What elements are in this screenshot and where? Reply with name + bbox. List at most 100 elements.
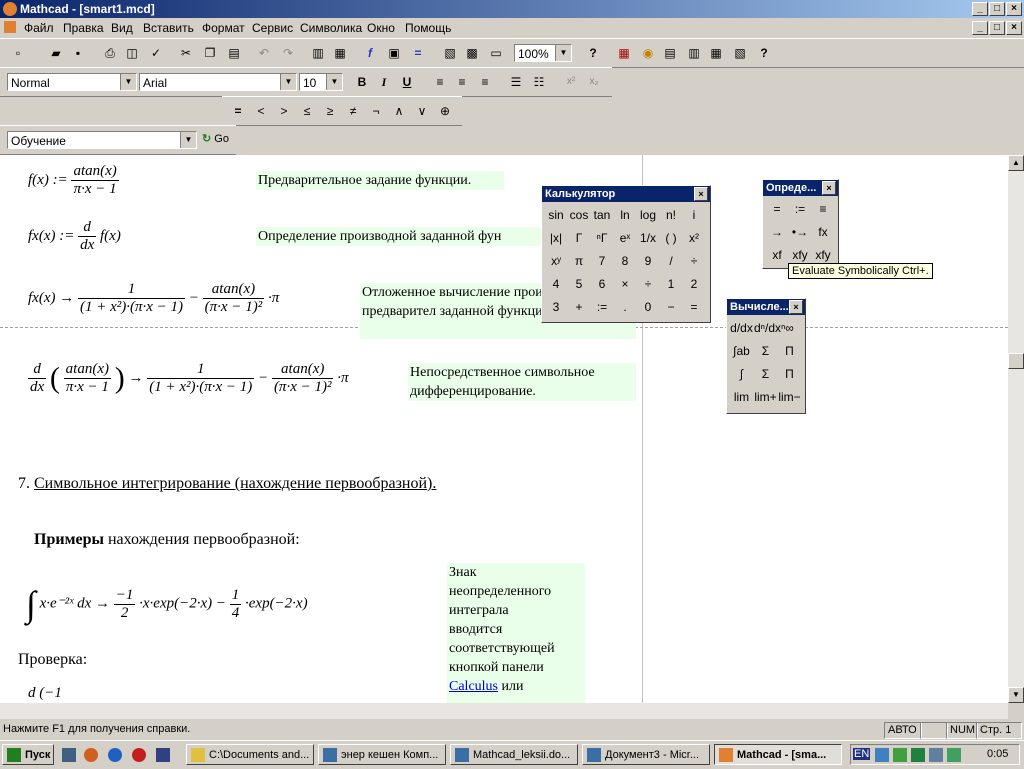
note-direct-diff[interactable]: Непосредственное символьное дифференциро…: [408, 363, 636, 401]
graph-icon[interactable]: ◉: [638, 43, 658, 63]
calculator-button[interactable]: |x|: [545, 228, 567, 248]
open-icon[interactable]: ▰: [46, 43, 66, 63]
equation-deferred-derivative[interactable]: fx(x) → 1 (1 + x²)·(π·x − 1) − atan(x) (…: [28, 281, 279, 316]
note-integral-sign[interactable]: Знак неопределенного интеграла вводится …: [447, 563, 585, 703]
quicklaunch-ie-icon[interactable]: [108, 748, 122, 762]
calculator-button[interactable]: =: [683, 297, 705, 317]
resource-select[interactable]: Обучение ▼: [7, 131, 197, 149]
undo-icon[interactable]: ↶: [254, 43, 274, 63]
doc-minimize-button[interactable]: _: [972, 21, 988, 35]
definition-button[interactable]: ≡: [812, 199, 834, 219]
evaluation-icon[interactable]: ▥: [684, 43, 704, 63]
menu-view[interactable]: Вид: [111, 21, 133, 35]
calculator-button[interactable]: 5: [568, 274, 590, 294]
calculus-link[interactable]: Calculus: [449, 679, 498, 694]
definition-button[interactable]: xfy: [789, 245, 811, 265]
equation-f-definition[interactable]: f(x) := atan(x) π·x − 1: [28, 163, 119, 198]
calculator-button[interactable]: 1: [660, 274, 682, 294]
definitions-palette-header[interactable]: Опреде... ×: [763, 180, 838, 196]
calculus-button[interactable]: lim: [730, 387, 753, 407]
equation-derivative-definition[interactable]: fx(x) := d dx f(x): [28, 219, 121, 254]
calculus-button[interactable]: Σ: [754, 364, 777, 384]
horizontal-scrollbar[interactable]: [0, 703, 1008, 719]
size-select[interactable]: 10 ▼: [299, 73, 343, 91]
close-icon[interactable]: ×: [694, 187, 708, 201]
calculus-button[interactable]: lim−: [778, 387, 801, 407]
app-icon[interactable]: [3, 2, 17, 16]
close-button[interactable]: ×: [1006, 2, 1022, 16]
calculus-button[interactable]: dⁿ/dxⁿ: [754, 318, 785, 338]
calculator-button[interactable]: i: [683, 205, 705, 225]
calculator-button[interactable]: ÷: [637, 274, 659, 294]
calculator-button[interactable]: ÷: [683, 251, 705, 271]
calculus-button[interactable]: ∫ab: [730, 341, 753, 361]
calculus-button[interactable]: ∫: [730, 364, 753, 384]
calculator-button[interactable]: 3: [545, 297, 567, 317]
quicklaunch-firefox-icon[interactable]: [84, 748, 98, 762]
doc-restore-button[interactable]: □: [989, 21, 1005, 35]
calculator-button[interactable]: ×: [614, 274, 636, 294]
tray-icon[interactable]: [929, 748, 943, 762]
calculator-palette[interactable]: Калькулятор × sin cos tan ln log n! i |x| ΓⁿΓ eˣ 1…: [541, 185, 711, 323]
calculator-button[interactable]: 6: [591, 274, 613, 294]
examples-heading[interactable]: Примеры нахождения первообразной:: [34, 531, 300, 549]
calculator-button[interactable]: n!: [660, 205, 682, 225]
calculator-button[interactable]: π: [568, 251, 590, 271]
print-icon[interactable]: ⎙: [100, 43, 120, 63]
paste-icon[interactable]: ▤: [224, 43, 244, 63]
numbering-icon[interactable]: ☷: [529, 72, 549, 92]
worksheet[interactable]: f(x) := atan(x) π·x − 1 Предварительное …: [0, 155, 1008, 703]
calculus-palette[interactable]: Вычисле... × d/dx dⁿ/dxⁿ ∞ ∫ab Σ Π ∫ Σ Πlim lim+ l…: [726, 298, 806, 414]
align-right-icon[interactable]: ≡: [475, 72, 495, 92]
menu-format[interactable]: Формат: [202, 21, 245, 35]
scroll-down-icon[interactable]: ▼: [1008, 687, 1024, 703]
section-heading[interactable]: 7. Символьное интегрирование (нахождение…: [18, 475, 436, 493]
equation-direct-derivative[interactable]: d dx ( atan(x) π·x − 1 ) → 1 (1 + x²)·(π…: [28, 361, 349, 396]
quicklaunch-opera-icon[interactable]: [132, 748, 146, 762]
calculus-button[interactable]: Σ: [754, 341, 777, 361]
calculator-button[interactable]: xʸ: [545, 251, 567, 271]
menu-symbolics[interactable]: Символика: [300, 21, 362, 35]
menu-file[interactable]: Файл: [24, 21, 54, 35]
calculator-button[interactable]: ( ): [660, 228, 682, 248]
style-select[interactable]: Normal ▼: [7, 73, 137, 91]
op-greater-equal[interactable]: ≥: [320, 101, 340, 121]
close-icon[interactable]: ×: [789, 300, 803, 314]
tray-icon[interactable]: [947, 748, 961, 762]
note-derivative-def[interactable]: Определение производной заданной фун: [256, 227, 544, 246]
equation-integral[interactable]: ∫ x·e⁻²ˣ dx → −1 2 ·x·exp(−2·x) − 1 4 ·e…: [26, 583, 308, 625]
symbolic-icon[interactable]: ▧: [730, 43, 750, 63]
calculator-button[interactable]: log: [637, 205, 659, 225]
calculator-button[interactable]: 2: [683, 274, 705, 294]
cut-icon[interactable]: ✂: [176, 43, 196, 63]
calculator-button[interactable]: cos: [568, 205, 590, 225]
op-not[interactable]: ¬: [366, 101, 386, 121]
bold-button[interactable]: B: [352, 72, 372, 92]
language-indicator[interactable]: EN: [853, 748, 871, 760]
calculator-button[interactable]: sin: [545, 205, 567, 225]
bullets-icon[interactable]: ☰: [506, 72, 526, 92]
calculator-button[interactable]: tan: [591, 205, 613, 225]
italic-button[interactable]: I: [374, 72, 394, 92]
calculator-button[interactable]: ln: [614, 205, 636, 225]
resources-icon[interactable]: ▩: [462, 43, 482, 63]
doc-icon[interactable]: [4, 21, 16, 33]
calculus-button[interactable]: ∞: [778, 318, 801, 338]
whats-this-icon[interactable]: ?: [754, 43, 774, 63]
superscript-icon[interactable]: x²: [561, 72, 581, 92]
vertical-scrollbar[interactable]: ▲ ▼: [1008, 155, 1024, 703]
underline-button[interactable]: U: [397, 72, 417, 92]
clock[interactable]: 0:05: [987, 748, 1008, 760]
doc-close-button[interactable]: ×: [1006, 21, 1022, 35]
component-icon[interactable]: ▧: [440, 43, 460, 63]
definition-button[interactable]: =: [766, 199, 788, 219]
redo-icon[interactable]: ↷: [278, 43, 298, 63]
quicklaunch-desktop-icon[interactable]: [62, 748, 76, 762]
calculate-icon[interactable]: =: [408, 43, 428, 63]
align-center-icon[interactable]: ≡: [452, 72, 472, 92]
calculator-button[interactable]: 8: [614, 251, 636, 271]
calculus-button[interactable]: lim+: [754, 387, 777, 407]
tray-icon[interactable]: [893, 748, 907, 762]
tray-icon[interactable]: [875, 748, 889, 762]
task-mathcad[interactable]: Mathcad - [sma...: [714, 744, 842, 765]
